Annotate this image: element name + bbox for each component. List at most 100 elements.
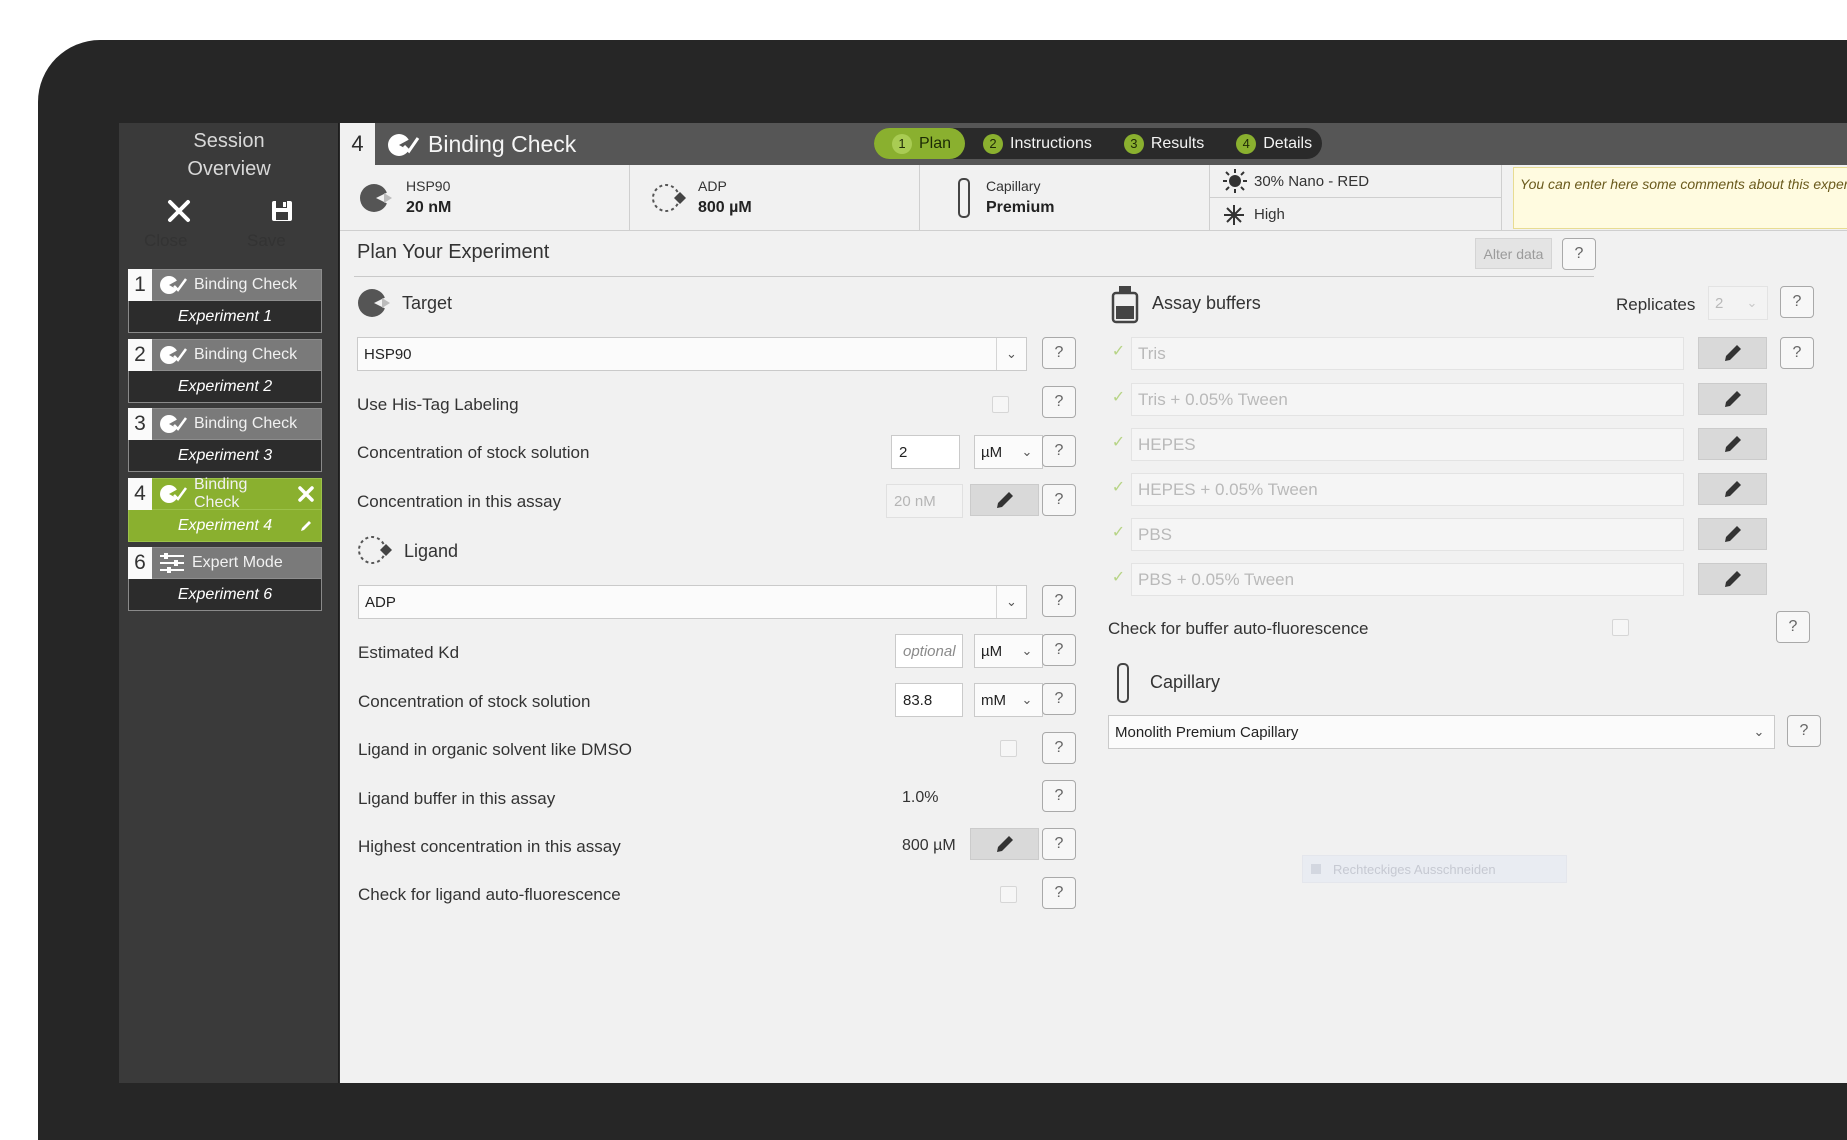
replicates-select[interactable]: 2 ⌄ [1708, 286, 1768, 320]
expert-mode-sliders-icon [160, 553, 184, 573]
pencil-icon [1724, 391, 1741, 407]
ligand-autofluorescence-checkbox[interactable] [1000, 886, 1017, 903]
estimated-kd-input[interactable]: optional [895, 634, 963, 668]
experiment-summary-bar: HSP90 20 nM ADP 800 µM Capillary Premium… [340, 165, 1847, 231]
ligand-autofluorescence-label: Check for ligand auto-fluorescence [358, 885, 621, 904]
close-icon [168, 200, 190, 222]
buffer-checkbox-tris-tween[interactable]: ✓ [1110, 389, 1127, 406]
plan-help-button[interactable]: ? [1562, 238, 1596, 270]
edit-buffer-hepes-tween-button[interactable] [1698, 473, 1767, 505]
edit-buffer-hepes-button[interactable] [1698, 428, 1767, 460]
his-tag-checkbox[interactable] [992, 396, 1009, 413]
assay-buffers-title: Assay buffers [1152, 293, 1261, 313]
edit-highest-conc-button[interactable] [970, 828, 1039, 860]
buffer-field-tris-tween[interactable]: Tris + 0.05% Tween [1131, 383, 1684, 416]
chevron-down-icon: ⌄ [1746, 295, 1758, 310]
save-button[interactable]: Save [247, 198, 317, 250]
rename-pencil-icon[interactable] [299, 519, 313, 533]
his-tag-help-button[interactable]: ? [1042, 386, 1076, 418]
experiment-card-6[interactable]: 6 Expert Mode Experiment 6 [128, 547, 322, 612]
target-stock-unit-select[interactable]: µM ⌄ [974, 435, 1043, 469]
plan-section-title: Plan Your Experiment [357, 241, 550, 263]
buffer-checkbox-hepes[interactable]: ✓ [1110, 434, 1127, 451]
buffer-checkbox-tris[interactable]: ✓ [1110, 343, 1127, 360]
ligand-autofluorescence-help-button[interactable]: ? [1042, 877, 1076, 909]
target-help-button[interactable]: ? [1042, 337, 1076, 369]
capillary-icon [1117, 663, 1129, 703]
experiment-card-2[interactable]: 2 Binding Check Experiment 2 [128, 339, 322, 404]
led-power-sun-icon [1223, 169, 1247, 193]
highest-conc-value: 800 µM [902, 837, 956, 854]
buffer-autofluorescence-help-button[interactable]: ? [1776, 611, 1810, 643]
ligand-stock-unit-select[interactable]: mM ⌄ [974, 683, 1043, 717]
buffers-help-button[interactable]: ? [1780, 337, 1814, 369]
experiment-card-1[interactable]: 1 Binding Check Experiment 1 [128, 269, 322, 334]
pencil-icon [1724, 526, 1741, 542]
experiment-card-3[interactable]: 3 Binding Check Experiment 3 [128, 408, 322, 473]
edit-buffer-pbs-button[interactable] [1698, 518, 1767, 550]
summary-target: HSP90 20 nM [340, 165, 630, 231]
highest-conc-help-button[interactable]: ? [1042, 828, 1076, 860]
step-details[interactable]: 4 Details [1218, 128, 1326, 159]
chevron-down-icon: ⌄ [1021, 444, 1033, 459]
replicates-help-button[interactable]: ? [1780, 286, 1814, 318]
edit-buffer-pbs-tween-button[interactable] [1698, 563, 1767, 595]
pencil-icon [1724, 481, 1741, 497]
binding-check-icon [160, 485, 188, 503]
target-stock-input[interactable]: 2 [891, 435, 960, 469]
experiment-card-4-active[interactable]: 4 Binding Check Experiment 4 [128, 476, 322, 543]
ligand-select[interactable]: ADP ⌄ [358, 585, 1027, 619]
edit-target-assay-button[interactable] [970, 484, 1039, 516]
plan-divider [354, 276, 1594, 277]
step-plan[interactable]: 1 Plan [874, 128, 966, 159]
ligand-section-title: Ligand [404, 541, 459, 561]
delete-experiment-icon[interactable] [297, 485, 315, 503]
ligand-stock-help-button[interactable]: ? [1042, 683, 1076, 715]
pencil-icon [1724, 436, 1741, 452]
step-results[interactable]: 3 Results [1106, 128, 1218, 159]
buffer-checkbox-pbs-tween[interactable]: ✓ [1110, 569, 1127, 586]
capillary-help-button[interactable]: ? [1787, 715, 1821, 747]
buffer-field-pbs[interactable]: PBS [1131, 518, 1684, 551]
close-button[interactable]: Close [144, 198, 214, 250]
buffer-checkbox-pbs[interactable]: ✓ [1110, 524, 1127, 541]
target-stock-help-button[interactable]: ? [1042, 435, 1076, 467]
summary-power-settings: 30% Nano - RED High [1210, 165, 1502, 231]
target-molecule-icon [360, 184, 392, 212]
experiment-header: 4 Binding Check 1 Plan 2 Instructions 3 Res… [340, 123, 1847, 165]
chevron-down-icon: ⌄ [1753, 724, 1765, 739]
alter-data-button[interactable]: Alter data [1475, 238, 1552, 269]
ligand-stock-input[interactable]: 83.8 [895, 683, 963, 717]
experiment-comments-field[interactable]: You can enter here some comments about t… [1513, 167, 1847, 229]
step-instructions[interactable]: 2 Instructions [965, 128, 1106, 159]
target-assay-help-button[interactable]: ? [1042, 484, 1076, 516]
experiment-number: 4 [340, 123, 375, 165]
dmso-label: Ligand in organic solvent like DMSO [358, 740, 633, 759]
ligand-buffer-help-button[interactable]: ? [1042, 780, 1076, 812]
ghost-tooltip: Rechteckiges Ausschneiden [1302, 855, 1567, 883]
edit-buffer-tris-button[interactable] [1698, 337, 1767, 369]
edit-buffer-tris-tween-button[interactable] [1698, 383, 1767, 415]
dmso-help-button[interactable]: ? [1042, 732, 1076, 764]
summary-ligand: ADP 800 µM [630, 165, 920, 231]
target-assay-input: 20 nM [886, 484, 963, 518]
kd-unit-select[interactable]: µM ⌄ [974, 634, 1043, 668]
buffer-field-hepes-tween[interactable]: HEPES + 0.05% Tween [1131, 473, 1684, 506]
ligand-help-button[interactable]: ? [1042, 585, 1076, 617]
buffer-field-hepes[interactable]: HEPES [1131, 428, 1684, 461]
buffer-autofluorescence-checkbox[interactable] [1612, 619, 1629, 636]
capillary-section-title: Capillary [1150, 672, 1221, 692]
buffer-field-tris[interactable]: Tris [1131, 337, 1684, 370]
target-section-title: Target [402, 293, 453, 313]
buffer-checkbox-hepes-tween[interactable]: ✓ [1110, 479, 1127, 496]
capillary-select[interactable]: Monolith Premium Capillary ⌄ [1108, 715, 1775, 749]
ligand-stock-label: Concentration of stock solution [358, 692, 591, 711]
target-select[interactable]: HSP90 ⌄ [357, 337, 1027, 371]
highest-conc-label: Highest concentration in this assay [358, 837, 621, 856]
kd-help-button[interactable]: ? [1042, 634, 1076, 666]
buffer-field-pbs-tween[interactable]: PBS + 0.05% Tween [1131, 563, 1684, 596]
chevron-down-icon: ⌄ [996, 586, 1026, 618]
dmso-checkbox[interactable] [1000, 740, 1017, 757]
session-sidebar: Session Overview Close Save 1 Binding Ch… [119, 123, 339, 1083]
pencil-icon [996, 836, 1013, 852]
